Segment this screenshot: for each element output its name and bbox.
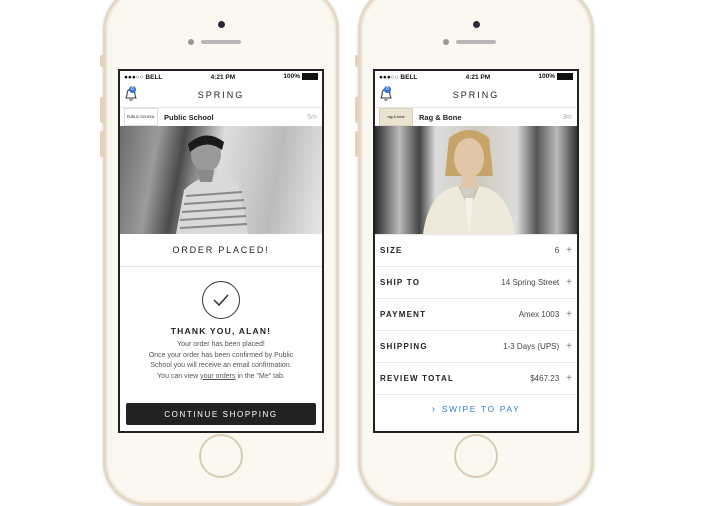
size-value: 6: [554, 246, 560, 255]
swipe-to-pay[interactable]: › SWIPE TO PAY: [375, 395, 577, 423]
swipe-to-pay-label: SWIPE TO PAY: [441, 404, 521, 414]
row-label: REVIEW TOTAL: [380, 374, 455, 383]
message-text: in the "Me" tab.: [235, 372, 285, 380]
thanks-heading: THANK YOU, ALAN!: [170, 326, 272, 336]
product-photo: [120, 126, 322, 234]
payment-row[interactable]: PAYMENT Amex 1003 +: [375, 299, 577, 331]
order-placed-heading: ORDER PLACED!: [120, 234, 322, 267]
speaker-grille: [201, 40, 241, 44]
plus-icon[interactable]: +: [566, 309, 572, 320]
brand-header[interactable]: PUBLIC SCHOOL Public School 5m: [120, 108, 322, 126]
sensor-dot: [443, 39, 449, 45]
plus-icon[interactable]: +: [566, 341, 572, 352]
speaker-grille: [456, 40, 496, 44]
phone-right: ●●●○○ BELL 4:21 PM 100% 8 SPRING rag & b…: [355, 0, 594, 506]
your-orders-link[interactable]: your orders: [200, 373, 235, 380]
shipping-value: 1-3 Days (UPS): [503, 342, 560, 351]
status-bar: ●●●○○ BELL 4:21 PM 100%: [375, 71, 577, 83]
message-line: Your order has been placed!: [177, 341, 265, 348]
total-value: $467.23: [530, 374, 560, 383]
continue-shopping-button[interactable]: CONTINUE SHOPPING: [126, 403, 316, 425]
screen: ●●●○○ BELL 4:21 PM 100% 8 SPRING PUBLIC …: [118, 69, 324, 433]
notification-badge: 8: [384, 86, 391, 93]
product-photo: [375, 126, 577, 234]
sensor-dot: [188, 39, 194, 45]
camera: [217, 21, 225, 28]
plus-icon[interactable]: +: [566, 373, 572, 384]
nav-title: SPRING: [452, 90, 500, 100]
post-time: 3m: [562, 113, 572, 121]
nav-bar: 8 SPRING: [375, 83, 577, 108]
nav-title: SPRING: [197, 90, 245, 100]
home-button[interactable]: [199, 434, 243, 478]
row-label: PAYMENT: [380, 310, 427, 319]
payment-value: Amex 1003: [518, 310, 560, 319]
nav-bar: 8 SPRING: [120, 83, 322, 108]
message-line: You can view your orders in the "Me" tab…: [130, 372, 312, 383]
volume-up-button: [355, 97, 359, 123]
model-image: [423, 130, 515, 234]
status-time: 4:21 PM: [465, 73, 491, 81]
row-label: SHIP TO: [380, 278, 421, 287]
volume-up-button: [100, 97, 104, 123]
message-text: You can view: [157, 372, 201, 380]
mute-switch: [100, 55, 104, 67]
ship-to-row[interactable]: SHIP TO 14 Spring Street +: [375, 267, 577, 299]
brand-header[interactable]: rag & bone Rag & Bone 3m: [375, 108, 577, 126]
size-row[interactable]: SIZE 6 +: [375, 235, 577, 267]
volume-down-button: [100, 131, 104, 157]
plus-icon[interactable]: +: [566, 277, 572, 288]
brand-logo: PUBLIC SCHOOL: [124, 108, 158, 126]
mute-switch: [355, 55, 359, 67]
camera: [472, 21, 480, 28]
status-time: 4:21 PM: [210, 73, 236, 81]
plus-icon[interactable]: +: [566, 245, 572, 256]
brand-name: Public School: [164, 112, 214, 122]
post-time: 5m: [307, 113, 317, 121]
battery-icon: [302, 73, 318, 81]
notification-badge: 8: [129, 86, 136, 93]
row-label: SIZE: [380, 246, 403, 255]
volume-down-button: [355, 131, 359, 157]
message-line: School you will receive an email confirm…: [150, 362, 292, 369]
row-label: SHIPPING: [380, 342, 428, 351]
shipping-row[interactable]: SHIPPING 1-3 Days (UPS) +: [375, 331, 577, 363]
screen: ●●●○○ BELL 4:21 PM 100% 8 SPRING rag & b…: [373, 69, 579, 433]
battery-icon: [557, 73, 573, 81]
battery-status: 100%: [283, 73, 318, 81]
carrier-signal: ●●●○○ BELL: [124, 73, 163, 81]
brand-name: Rag & Bone: [419, 112, 462, 122]
review-total-row[interactable]: REVIEW TOTAL $467.23 +: [375, 363, 577, 395]
status-bar: ●●●○○ BELL 4:21 PM 100%: [120, 71, 322, 83]
order-confirmation-message: Your order has been placed! Once your or…: [120, 336, 322, 382]
battery-percent: 100%: [538, 73, 555, 81]
home-button[interactable]: [454, 434, 498, 478]
chevron-right-icon: ›: [431, 403, 437, 415]
phone-left: ●●●○○ BELL 4:21 PM 100% 8 SPRING PUBLIC …: [100, 0, 339, 506]
checkout-options: SIZE 6 + SHIP TO 14 Spring Street + PAYMEN…: [375, 234, 577, 395]
carrier-signal: ●●●○○ BELL: [379, 73, 418, 81]
checkmark-icon: [202, 281, 240, 319]
battery-percent: 100%: [283, 73, 300, 81]
model-image: [176, 135, 248, 234]
ship-to-value: 14 Spring Street: [501, 278, 560, 287]
battery-status: 100%: [538, 73, 573, 81]
brand-logo: rag & bone: [379, 108, 413, 126]
message-line: Once your order has been confirmed by Pu…: [148, 351, 294, 359]
